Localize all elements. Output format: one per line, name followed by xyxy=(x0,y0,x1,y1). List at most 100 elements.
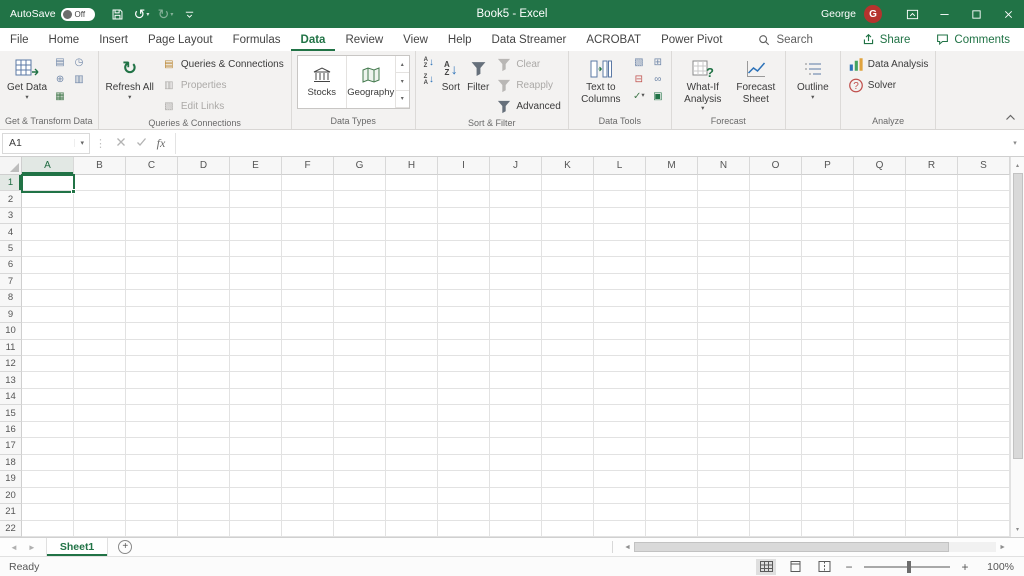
consolidate-icon[interactable]: ⊞ xyxy=(650,55,666,70)
column-header-H[interactable]: H xyxy=(386,157,438,175)
cell-H6[interactable] xyxy=(386,257,438,273)
cell-N9[interactable] xyxy=(698,307,750,323)
cell-R20[interactable] xyxy=(906,488,958,504)
cell-Q17[interactable] xyxy=(854,438,906,454)
cell-L22[interactable] xyxy=(594,521,646,537)
column-header-K[interactable]: K xyxy=(542,157,594,175)
cell-H12[interactable] xyxy=(386,356,438,372)
cell-E11[interactable] xyxy=(230,340,282,356)
cell-O20[interactable] xyxy=(750,488,802,504)
scroll-up-icon[interactable]: ▴ xyxy=(1016,159,1019,171)
cell-O5[interactable] xyxy=(750,241,802,257)
enter-entry-button[interactable] xyxy=(131,137,151,150)
cell-H3[interactable] xyxy=(386,208,438,224)
cell-B14[interactable] xyxy=(74,389,126,405)
cell-D6[interactable] xyxy=(178,257,230,273)
cell-M6[interactable] xyxy=(646,257,698,273)
cell-M13[interactable] xyxy=(646,372,698,388)
cell-F7[interactable] xyxy=(282,274,334,290)
cell-O4[interactable] xyxy=(750,224,802,240)
name-box-caret-icon[interactable]: ▾ xyxy=(74,139,89,147)
properties-button[interactable]: ▥ Properties xyxy=(159,76,286,95)
cell-J2[interactable] xyxy=(490,191,542,207)
cell-R10[interactable] xyxy=(906,323,958,339)
cell-B2[interactable] xyxy=(74,191,126,207)
cell-K22[interactable] xyxy=(542,521,594,537)
cell-C1[interactable] xyxy=(126,175,178,191)
horizontal-scrollbar[interactable]: ◄ ► xyxy=(624,540,1006,554)
row-header-4[interactable]: 4 xyxy=(0,224,22,240)
cell-J22[interactable] xyxy=(490,521,542,537)
cell-B9[interactable] xyxy=(74,307,126,323)
cell-A1[interactable] xyxy=(22,175,74,191)
cell-P16[interactable] xyxy=(802,422,854,438)
cell-E15[interactable] xyxy=(230,405,282,421)
vertical-scrollbar[interactable]: ▴ ▾ xyxy=(1010,157,1024,537)
cell-Q14[interactable] xyxy=(854,389,906,405)
cell-Q18[interactable] xyxy=(854,455,906,471)
cell-I6[interactable] xyxy=(438,257,490,273)
close-button[interactable] xyxy=(992,0,1024,28)
cell-I8[interactable] xyxy=(438,290,490,306)
cell-M21[interactable] xyxy=(646,504,698,520)
maximize-button[interactable] xyxy=(960,0,992,28)
cell-O7[interactable] xyxy=(750,274,802,290)
cell-M8[interactable] xyxy=(646,290,698,306)
column-header-O[interactable]: O xyxy=(750,157,802,175)
tab-insert[interactable]: Insert xyxy=(89,28,138,51)
cell-P7[interactable] xyxy=(802,274,854,290)
cell-Q4[interactable] xyxy=(854,224,906,240)
cell-B16[interactable] xyxy=(74,422,126,438)
collapse-ribbon-button[interactable] xyxy=(1005,112,1016,124)
cell-O1[interactable] xyxy=(750,175,802,191)
cell-D16[interactable] xyxy=(178,422,230,438)
cell-G13[interactable] xyxy=(334,372,386,388)
cell-P14[interactable] xyxy=(802,389,854,405)
cell-F15[interactable] xyxy=(282,405,334,421)
cell-B5[interactable] xyxy=(74,241,126,257)
cell-N19[interactable] xyxy=(698,471,750,487)
cell-K4[interactable] xyxy=(542,224,594,240)
cell-S11[interactable] xyxy=(958,340,1010,356)
cell-J16[interactable] xyxy=(490,422,542,438)
cell-I7[interactable] xyxy=(438,274,490,290)
cell-G10[interactable] xyxy=(334,323,386,339)
cell-P18[interactable] xyxy=(802,455,854,471)
cell-L11[interactable] xyxy=(594,340,646,356)
cell-H8[interactable] xyxy=(386,290,438,306)
cell-E4[interactable] xyxy=(230,224,282,240)
row-header-14[interactable]: 14 xyxy=(0,389,22,405)
cell-C19[interactable] xyxy=(126,471,178,487)
cell-A3[interactable] xyxy=(22,208,74,224)
cell-N13[interactable] xyxy=(698,372,750,388)
cell-G5[interactable] xyxy=(334,241,386,257)
select-all-button[interactable] xyxy=(0,157,22,175)
cell-G14[interactable] xyxy=(334,389,386,405)
cell-E17[interactable] xyxy=(230,438,282,454)
horizontal-scroll-thumb[interactable] xyxy=(634,542,949,552)
sheet-tab-sheet1[interactable]: Sheet1 xyxy=(46,538,108,556)
cell-H11[interactable] xyxy=(386,340,438,356)
column-header-C[interactable]: C xyxy=(126,157,178,175)
cell-H18[interactable] xyxy=(386,455,438,471)
cell-H20[interactable] xyxy=(386,488,438,504)
cell-D5[interactable] xyxy=(178,241,230,257)
cell-D18[interactable] xyxy=(178,455,230,471)
cell-E7[interactable] xyxy=(230,274,282,290)
cell-K20[interactable] xyxy=(542,488,594,504)
cell-G6[interactable] xyxy=(334,257,386,273)
normal-view-button[interactable] xyxy=(756,559,776,575)
cell-K17[interactable] xyxy=(542,438,594,454)
cell-O21[interactable] xyxy=(750,504,802,520)
cell-H16[interactable] xyxy=(386,422,438,438)
cell-M10[interactable] xyxy=(646,323,698,339)
cell-R19[interactable] xyxy=(906,471,958,487)
cell-S20[interactable] xyxy=(958,488,1010,504)
tab-help[interactable]: Help xyxy=(438,28,482,51)
cell-J17[interactable] xyxy=(490,438,542,454)
cell-F3[interactable] xyxy=(282,208,334,224)
cell-I22[interactable] xyxy=(438,521,490,537)
tab-data[interactable]: Data xyxy=(291,28,336,51)
cell-J8[interactable] xyxy=(490,290,542,306)
cell-P3[interactable] xyxy=(802,208,854,224)
